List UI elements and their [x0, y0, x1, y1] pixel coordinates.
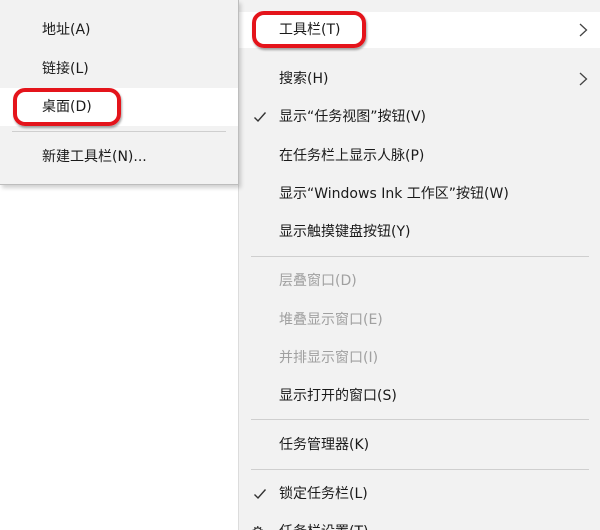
menu-item-task-manager[interactable]: 任务管理器(K)	[239, 427, 600, 463]
menu-item-label: 显示“任务视图”按钮(V)	[279, 109, 427, 125]
submenu-item-address[interactable]: 地址(A)	[0, 11, 238, 49]
menu-item-label: 显示“Windows Ink 工作区”按钮(W)	[279, 186, 509, 202]
menu-item-label: 在任务栏上显示人脉(P)	[279, 148, 425, 164]
menu-item-label: 任务栏设置(T)	[279, 514, 368, 530]
menu-separator	[251, 256, 589, 257]
submenu-item-links[interactable]: 链接(L)	[0, 50, 238, 88]
submenu-item-label: 链接(L)	[42, 61, 89, 77]
submenu-item-label: 新建工具栏(N)...	[42, 149, 147, 165]
menu-item-cascade-windows: 层叠窗口(D)	[239, 263, 600, 299]
menu-item-label: 任务管理器(K)	[279, 437, 370, 453]
menu-item-label: 显示打开的窗口(S)	[279, 388, 397, 404]
annotation-highlight-toolbars	[252, 11, 366, 48]
annotation-highlight-desktop	[13, 88, 121, 126]
checkmark-icon	[253, 476, 267, 512]
desktop-area: 工具栏(T) 搜索(H) 显示“任务视图”按钮(V) 在任务栏上显示人脉(P) …	[0, 0, 600, 530]
submenu-item-label: 地址(A)	[42, 22, 91, 38]
submenu-item-new-toolbar[interactable]: 新建工具栏(N)...	[0, 138, 238, 176]
menu-item-show-touch-keyboard[interactable]: 显示触摸键盘按钮(Y)	[239, 214, 600, 250]
menu-item-show-windows-ink[interactable]: 显示“Windows Ink 工作区”按钮(W)	[239, 176, 600, 212]
menu-item-show-task-view[interactable]: 显示“任务视图”按钮(V)	[239, 99, 600, 135]
menu-separator	[251, 469, 589, 470]
taskbar-context-menu: 工具栏(T) 搜索(H) 显示“任务视图”按钮(V) 在任务栏上显示人脉(P) …	[238, 0, 600, 530]
menu-item-stack-windows: 堆叠显示窗口(E)	[239, 302, 600, 338]
menu-item-label: 堆叠显示窗口(E)	[279, 312, 383, 328]
menu-item-label: 锁定任务栏(L)	[279, 486, 368, 502]
menu-item-label: 层叠窗口(D)	[279, 273, 357, 289]
menu-item-show-open-windows[interactable]: 显示打开的窗口(S)	[239, 378, 600, 414]
chevron-right-icon	[579, 61, 589, 97]
menu-item-label: 并排显示窗口(I)	[279, 350, 379, 366]
submenu-separator	[12, 131, 226, 132]
menu-item-label: 搜索(H)	[279, 71, 329, 87]
chevron-right-icon	[579, 12, 589, 48]
menu-separator	[251, 419, 589, 420]
menu-item-side-by-side: 并排显示窗口(I)	[239, 340, 600, 376]
menu-item-taskbar-settings[interactable]: ⚙ 任务栏设置(T)	[239, 514, 600, 530]
menu-item-show-people[interactable]: 在任务栏上显示人脉(P)	[239, 138, 600, 174]
menu-item-search[interactable]: 搜索(H)	[239, 61, 600, 97]
checkmark-icon	[253, 99, 267, 135]
menu-item-label: 显示触摸键盘按钮(Y)	[279, 224, 411, 240]
gear-icon: ⚙	[251, 514, 267, 530]
menu-item-lock-taskbar[interactable]: 锁定任务栏(L)	[239, 476, 600, 512]
